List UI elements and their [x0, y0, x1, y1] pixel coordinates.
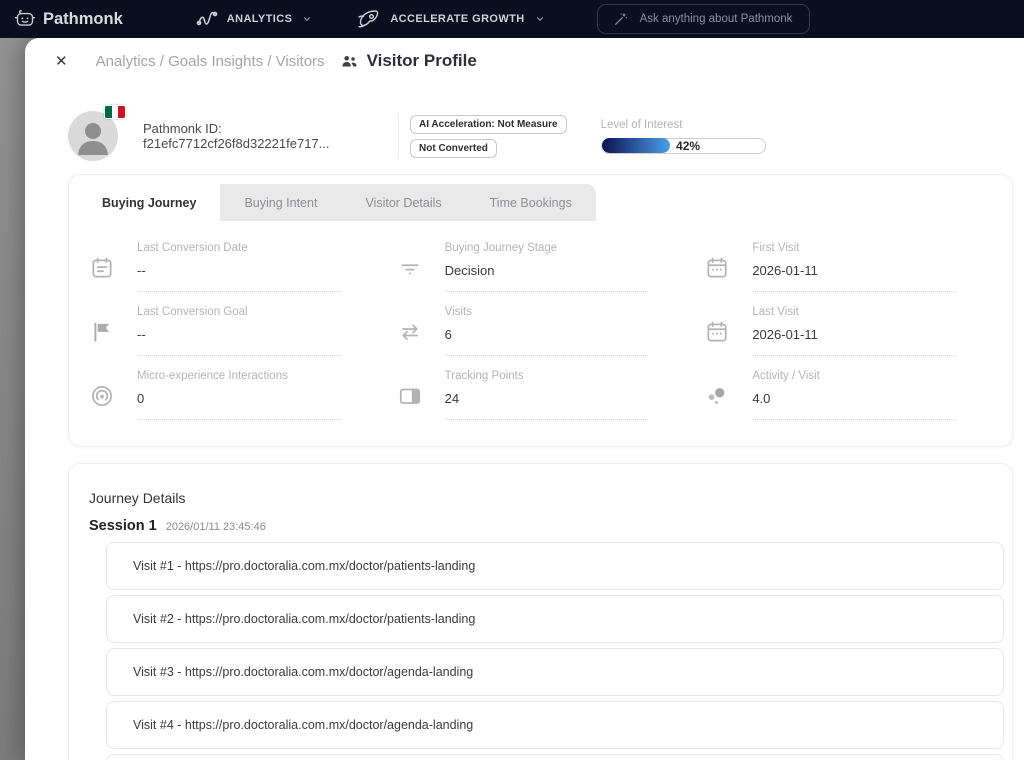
status-badge: AI Acceleration: Not Measure [410, 115, 567, 134]
profile-summary: Pathmonk ID: f21efc7712cf26f8d32221fe717… [68, 110, 1013, 162]
chevron-down-icon [535, 14, 545, 24]
session-label: Session 1 [89, 518, 157, 534]
interest-progress-track: 42% [601, 138, 766, 154]
panel-content: Pathmonk ID: f21efc7712cf26f8d32221fe717… [25, 110, 1024, 760]
bubbles-icon [704, 383, 730, 420]
calendar-dots-icon [704, 319, 730, 356]
nav-menu-accelerate-growth[interactable]: ACCELERATE GROWTH [356, 7, 544, 31]
stat-label: Last Conversion Goal [137, 306, 341, 318]
stat-label: Tracking Points [445, 370, 649, 382]
interest-progress-fill [602, 138, 670, 153]
stat-value: 2026-01-11 [752, 263, 956, 278]
visit-row[interactable] [106, 754, 1004, 760]
stat-activity-visit: Activity / Visit 4.0 [684, 370, 992, 420]
session-timestamp: 2026/01/11 23:45:46 [166, 521, 266, 533]
chevron-down-icon [302, 14, 312, 24]
close-icon[interactable]: ✕ [55, 54, 68, 69]
stat-visits: Visits 6 [377, 306, 685, 356]
panel-header: ✕ Analytics / Goals Insights / Visitors … [25, 38, 1024, 84]
calendar-dots-icon [704, 255, 730, 292]
tab-buying-intent[interactable]: Buying Intent [220, 184, 341, 221]
session-header: Session 1 2026/01/11 23:45:46 [89, 518, 1012, 534]
stat-value: 0 [137, 391, 341, 406]
pathmonk-id: Pathmonk ID: f21efc7712cf26f8d32221fe717… [143, 121, 398, 151]
stat-value: -- [137, 327, 341, 342]
analytics-icon [195, 7, 219, 31]
status-badges: AI Acceleration: Not Measure Not Converte… [410, 115, 567, 158]
visitors-icon [341, 54, 358, 69]
stat-buying-journey-stage: Buying Journey Stage Decision [377, 242, 685, 292]
interest-percent: 42% [676, 139, 700, 153]
stat-last-visit: Last Visit 2026-01-11 [684, 306, 992, 356]
stat-label: Last Conversion Date [137, 242, 341, 254]
ask-anything-input[interactable]: Ask anything about Pathmonk [597, 4, 810, 34]
nav-menu-analytics-label: ANALYTICS [227, 13, 293, 25]
stat-label: Visits [445, 306, 649, 318]
layout-icon [397, 383, 423, 420]
stat-value: -- [137, 263, 341, 278]
visit-list: Visit #1 - https://pro.doctoralia.com.mx… [106, 542, 1004, 749]
filter-icon [397, 255, 423, 292]
top-navbar: Pathmonk ANALYTICS ACCELERATE GROWTH [0, 0, 1024, 38]
stat-label: Last Visit [752, 306, 956, 318]
broadcast-icon [89, 383, 115, 420]
stat-value: 24 [445, 391, 649, 406]
journey-details-card: Journey Details Session 1 2026/01/11 23:… [68, 463, 1013, 760]
divider [398, 113, 399, 159]
interest-label: Level of Interest [601, 119, 766, 131]
stat-value: 2026-01-11 [752, 327, 956, 342]
stat-first-visit: First Visit 2026-01-11 [684, 242, 992, 292]
pathmonk-logo[interactable]: Pathmonk [14, 8, 123, 30]
visit-row[interactable]: Visit #2 - https://pro.doctoralia.com.mx… [106, 595, 1004, 643]
stat-value: 6 [445, 327, 649, 342]
repeat-icon [397, 319, 423, 356]
visitor-profile-panel: ✕ Analytics / Goals Insights / Visitors … [25, 38, 1024, 760]
stat-tracking-points: Tracking Points 24 [377, 370, 685, 420]
stats-grid: Last Conversion Date -- Buying Journey S… [69, 221, 1012, 446]
accelerate-growth-icon [356, 7, 382, 31]
visit-row[interactable]: Visit #3 - https://pro.doctoralia.com.mx… [106, 648, 1004, 696]
stat-value: 4.0 [752, 391, 956, 406]
flag-icon [89, 319, 115, 356]
calendar-lines-icon [89, 255, 115, 292]
stat-label: Micro-experience Interactions [137, 370, 341, 382]
stat-label: Activity / Visit [752, 370, 956, 382]
status-badge: Not Converted [410, 139, 497, 158]
tab-bar: Buying Journey Buying Intent Visitor Det… [78, 184, 596, 221]
profile-details-card: Buying Journey Buying Intent Visitor Det… [68, 174, 1013, 447]
nav-menu-analytics[interactable]: ANALYTICS [195, 7, 313, 31]
visit-row[interactable]: Visit #4 - https://pro.doctoralia.com.mx… [106, 701, 1004, 749]
stat-label: Buying Journey Stage [445, 242, 649, 254]
ask-anything-placeholder: Ask anything about Pathmonk [640, 13, 793, 25]
visit-row[interactable]: Visit #1 - https://pro.doctoralia.com.mx… [106, 542, 1004, 590]
stat-last-conversion-goal: Last Conversion Goal -- [69, 306, 377, 356]
nav-menu-accelerate-growth-label: ACCELERATE GROWTH [390, 13, 524, 25]
journey-details-title: Journey Details [89, 490, 1012, 506]
stat-label: First Visit [752, 242, 956, 254]
magic-wand-icon [613, 11, 629, 27]
breadcrumb[interactable]: Analytics / Goals Insights / Visitors [96, 53, 325, 70]
page-title: Visitor Profile [367, 51, 477, 71]
stat-last-conversion-date: Last Conversion Date -- [69, 242, 377, 292]
robot-logo-icon [14, 8, 36, 30]
tab-visitor-details[interactable]: Visitor Details [341, 184, 465, 221]
brand-name: Pathmonk [43, 10, 123, 29]
tab-time-bookings[interactable]: Time Bookings [466, 184, 596, 221]
stat-value: Decision [445, 263, 649, 278]
stat-micro-experience-interactions: Micro-experience Interactions 0 [69, 370, 377, 420]
avatar [68, 111, 118, 161]
tab-buying-journey[interactable]: Buying Journey [78, 184, 220, 221]
level-of-interest: Level of Interest 42% [601, 119, 766, 154]
visit-list-overflow [106, 754, 1004, 760]
mexico-flag-icon [104, 105, 126, 119]
